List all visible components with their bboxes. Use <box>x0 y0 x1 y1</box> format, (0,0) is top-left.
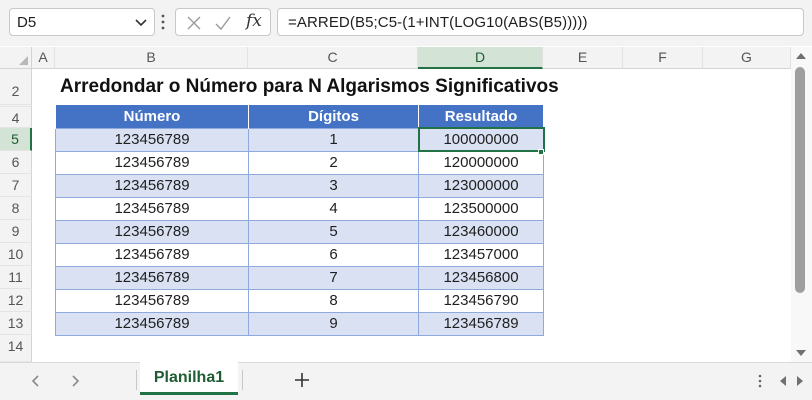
table-row: 123456789 7 123456800 <box>55 265 544 290</box>
cell-c11[interactable]: 7 <box>248 265 419 290</box>
cell-d9[interactable]: 123460000 <box>418 219 544 244</box>
cell-c13[interactable]: 9 <box>248 311 419 336</box>
cell-b11[interactable]: 123456789 <box>55 265 249 290</box>
header-resultado[interactable]: Resultado <box>418 105 544 128</box>
row-header-7[interactable]: 7 <box>0 174 32 197</box>
row-header-13[interactable]: 13 <box>0 312 32 335</box>
table-header-row: Número Dígitos Resultado <box>55 105 544 128</box>
header-digitos[interactable]: Dígitos <box>248 105 419 128</box>
cell-d13[interactable]: 123456789 <box>418 311 544 336</box>
corner-triangle-icon <box>19 56 28 65</box>
table-row: 123456789 6 123457000 <box>55 242 544 267</box>
tab-divider <box>242 370 243 390</box>
chevron-down-icon[interactable] <box>133 14 149 30</box>
header-numero[interactable]: Número <box>55 105 249 128</box>
cell-b13[interactable]: 123456789 <box>55 311 249 336</box>
table-row: 123456789 2 120000000 <box>55 150 544 175</box>
column-header-b[interactable]: B <box>55 47 248 69</box>
more-options-icon[interactable] <box>757 373 763 389</box>
formula-text: =ARRED(B5;C5-(1+INT(LOG10(ABS(B5))))) <box>288 14 588 31</box>
table-row: 123456789 4 123500000 <box>55 196 544 221</box>
cell-d12[interactable]: 123456790 <box>418 288 544 313</box>
chevron-left-icon[interactable] <box>28 373 44 389</box>
formula-actions: fx <box>175 8 271 36</box>
sheet-title[interactable]: Arredondar o Número para N Algarismos Si… <box>60 76 559 98</box>
cell-d5-selected[interactable]: 100000000 <box>417 127 545 152</box>
cell-c12[interactable]: 8 <box>248 288 419 313</box>
data-table: Número Dígitos Resultado 123456789 1 100… <box>55 105 545 336</box>
vertical-scrollbar[interactable] <box>791 47 812 362</box>
cell-b9[interactable]: 123456789 <box>55 219 249 244</box>
scroll-thumb[interactable] <box>795 67 805 293</box>
cell-d11[interactable]: 123456800 <box>418 265 544 290</box>
column-header-c[interactable]: C <box>248 47 418 69</box>
column-header-d[interactable]: D <box>418 47 543 69</box>
row-header-6[interactable]: 6 <box>0 151 32 174</box>
fill-handle[interactable] <box>538 149 544 155</box>
table-row: 123456789 8 123456790 <box>55 288 544 313</box>
formula-bar: D5 fx =ARRED(B5;C5-(1+INT(LOG10(ABS(B5))… <box>0 0 812 46</box>
checkmark-icon[interactable] <box>213 13 233 33</box>
cell-d8[interactable]: 123500000 <box>418 196 544 221</box>
cell-c6[interactable]: 2 <box>248 150 419 175</box>
plus-icon[interactable] <box>293 371 311 389</box>
row-header-11[interactable]: 11 <box>0 266 32 289</box>
scroll-left-icon[interactable] <box>780 376 786 386</box>
row-header-4[interactable]: 4 <box>0 107 32 128</box>
more-options-icon[interactable] <box>160 12 166 32</box>
row-header-5[interactable]: 5 <box>0 128 32 151</box>
cell-b7[interactable]: 123456789 <box>55 173 249 198</box>
cell-b6[interactable]: 123456789 <box>55 150 249 175</box>
cell-c8[interactable]: 4 <box>248 196 419 221</box>
cell-b5[interactable]: 123456789 <box>55 127 249 152</box>
formula-input[interactable]: =ARRED(B5;C5-(1+INT(LOG10(ABS(B5))))) <box>277 8 804 36</box>
cell-b10[interactable]: 123456789 <box>55 242 249 267</box>
sheet-tab-bar: Planilha1 <box>0 362 812 400</box>
row-header-12[interactable]: 12 <box>0 289 32 312</box>
cell-d10[interactable]: 123457000 <box>418 242 544 267</box>
select-all-corner[interactable] <box>0 47 32 69</box>
name-box[interactable]: D5 <box>9 8 155 36</box>
scroll-right-icon[interactable] <box>797 376 803 386</box>
fx-icon[interactable]: fx <box>246 11 266 31</box>
cell-c5[interactable]: 1 <box>248 127 419 152</box>
tab-planilha1[interactable]: Planilha1 <box>140 362 238 395</box>
table-row: 123456789 5 123460000 <box>55 219 544 244</box>
table-row: 123456789 1 100000000 <box>55 127 545 152</box>
name-box-value: D5 <box>17 14 37 31</box>
cell-b12[interactable]: 123456789 <box>55 288 249 313</box>
scroll-down-icon[interactable] <box>796 350 806 356</box>
cell-d7[interactable]: 123000000 <box>418 173 544 198</box>
cell-c9[interactable]: 5 <box>248 219 419 244</box>
cell-d6[interactable]: 120000000 <box>418 150 544 175</box>
row-header-8[interactable]: 8 <box>0 197 32 220</box>
row-header-2[interactable]: 2 <box>0 69 32 105</box>
row-header-9[interactable]: 9 <box>0 220 32 243</box>
cell-b8[interactable]: 123456789 <box>55 196 249 221</box>
row-header-10[interactable]: 10 <box>0 243 32 266</box>
cell-c10[interactable]: 6 <box>248 242 419 267</box>
table-row: 123456789 9 123456789 <box>55 311 544 336</box>
chevron-right-icon[interactable] <box>67 373 83 389</box>
column-header-f[interactable]: F <box>623 47 703 69</box>
table-row: 123456789 3 123000000 <box>55 173 544 198</box>
scroll-up-icon[interactable] <box>796 53 806 59</box>
column-header-e[interactable]: E <box>543 47 623 69</box>
cell-c7[interactable]: 3 <box>248 173 419 198</box>
tab-divider <box>136 370 137 390</box>
row-header-14[interactable]: 14 <box>0 335 32 362</box>
x-icon[interactable] <box>184 13 204 33</box>
column-header-g[interactable]: G <box>703 47 791 69</box>
column-header-a[interactable]: A <box>32 47 55 69</box>
